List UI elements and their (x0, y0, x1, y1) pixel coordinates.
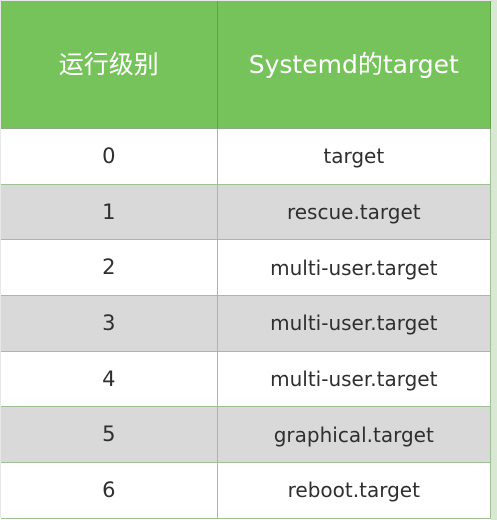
header-systemd-target: Systemd的target (217, 1, 491, 129)
target-cell: multi-user.target (217, 240, 491, 297)
runlevel-cell: 2 (1, 240, 218, 297)
target-cell: target (217, 129, 491, 185)
table-row: 2 multi-user.target (1, 240, 491, 297)
table-row: 6 reboot.target (1, 463, 491, 519)
table-row: 3 multi-user.target (1, 296, 491, 352)
runlevel-cell: 3 (1, 296, 218, 352)
runlevel-cell: 5 (1, 407, 218, 464)
table-header-row: 运行级别 Systemd的target (1, 1, 491, 129)
target-cell: multi-user.target (217, 296, 491, 352)
target-cell: rescue.target (217, 184, 491, 241)
runlevel-table-screen: 运行级别 Systemd的target 0 target 1 rescue.ta… (0, 0, 497, 520)
table-row: 1 rescue.target (1, 184, 491, 241)
runlevel-cell: 0 (1, 129, 218, 185)
table-row: 4 multi-user.target (1, 351, 491, 408)
right-edge-strip (491, 0, 497, 520)
target-cell: multi-user.target (217, 351, 491, 408)
target-cell: reboot.target (217, 463, 491, 519)
table-row: 5 graphical.target (1, 407, 491, 464)
header-runlevel: 运行级别 (1, 1, 218, 129)
target-cell: graphical.target (217, 407, 491, 464)
table-row: 0 target (1, 129, 491, 185)
runlevel-cell: 6 (1, 463, 218, 519)
runlevel-cell: 1 (1, 184, 218, 241)
runlevel-cell: 4 (1, 351, 218, 408)
runlevel-target-table: 运行级别 Systemd的target 0 target 1 rescue.ta… (0, 0, 491, 519)
